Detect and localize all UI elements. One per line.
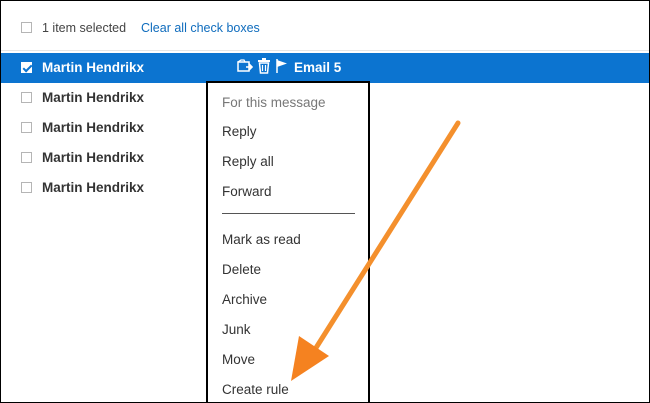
- menu-divider: [222, 213, 355, 214]
- trash-icon[interactable]: [257, 57, 271, 79]
- message-sender: Martin Hendrikx: [42, 150, 145, 165]
- menu-item-delete[interactable]: Delete: [222, 262, 261, 277]
- menu-item-reply-all[interactable]: Reply all: [222, 154, 274, 169]
- message-sender: Martin Hendrikx: [42, 90, 145, 105]
- selected-count-text: 1 item selected: [42, 21, 127, 35]
- menu-item-junk[interactable]: Junk: [222, 322, 251, 337]
- message-subject: Email 5: [294, 60, 342, 75]
- message-context-menu: For this message Reply Reply all Forward…: [206, 81, 370, 402]
- menu-item-reply[interactable]: Reply: [222, 124, 257, 139]
- menu-item-create-rule[interactable]: Create rule: [222, 382, 289, 397]
- select-all-checkbox[interactable]: [21, 22, 32, 33]
- flag-icon[interactable]: [275, 58, 289, 79]
- row-checkbox[interactable]: [21, 92, 32, 103]
- clear-all-checkboxes-link[interactable]: Clear all check boxes: [141, 21, 260, 35]
- menu-item-archive[interactable]: Archive: [222, 292, 267, 307]
- selection-toolbar: 1 item selected Clear all check boxes: [1, 1, 649, 51]
- row-checkbox[interactable]: [21, 152, 32, 163]
- menu-item-forward[interactable]: Forward: [222, 184, 272, 199]
- message-row-selected[interactable]: Martin Hendrikx Email 5: [1, 53, 649, 83]
- row-actions: [237, 57, 293, 79]
- move-to-folder-icon[interactable]: [237, 58, 254, 79]
- menu-item-move[interactable]: Move: [222, 352, 255, 367]
- message-sender: Martin Hendrikx: [42, 120, 145, 135]
- message-sender: Martin Hendrikx: [42, 180, 145, 195]
- menu-header: For this message: [222, 95, 326, 110]
- message-sender: Martin Hendrikx: [42, 60, 145, 75]
- row-checkbox-checked[interactable]: [21, 62, 32, 73]
- mail-list-screenshot: 1 item selected Clear all check boxes Ma…: [0, 0, 650, 403]
- row-checkbox[interactable]: [21, 122, 32, 133]
- row-checkbox[interactable]: [21, 182, 32, 193]
- menu-item-mark-as-read[interactable]: Mark as read: [222, 232, 301, 247]
